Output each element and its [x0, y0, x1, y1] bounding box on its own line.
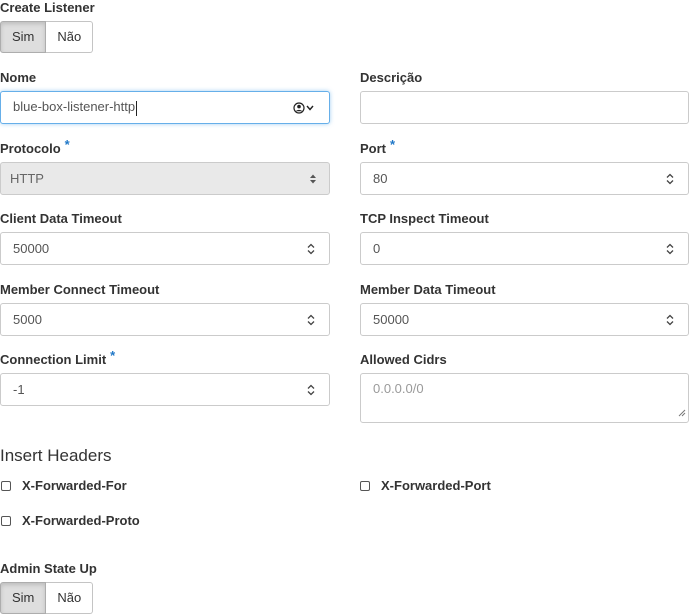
checkbox[interactable]	[360, 480, 370, 491]
number-spinner-icon[interactable]	[305, 311, 317, 329]
number-spinner-icon[interactable]	[305, 240, 317, 258]
create-listener-label: Create Listener	[0, 0, 95, 15]
x-forwarded-for-label: X-Forwarded-For	[22, 478, 127, 493]
connection-limit-value: -1	[13, 382, 25, 397]
number-spinner-icon[interactable]	[305, 381, 317, 399]
port-input[interactable]: 80	[360, 162, 689, 195]
select-arrows-icon	[309, 173, 317, 185]
x-forwarded-proto-option[interactable]: X-Forwarded-Proto	[1, 513, 140, 528]
connection-limit-input[interactable]: -1	[0, 373, 330, 406]
allowed-cidrs-label: Allowed Cidrs	[360, 352, 447, 367]
required-marker: *	[64, 137, 70, 152]
protocolo-select[interactable]: HTTP	[0, 162, 330, 195]
x-forwarded-port-label: X-Forwarded-Port	[381, 478, 491, 493]
x-forwarded-for-option[interactable]: X-Forwarded-For	[1, 478, 127, 493]
member-data-timeout-input[interactable]: 50000	[360, 303, 689, 336]
autofill-person-icon[interactable]	[293, 101, 317, 114]
create-listener-toggle: Sim Não	[0, 21, 94, 53]
admin-state-up-toggle: Sim Não	[0, 582, 94, 614]
admin-state-nao-button[interactable]: Não	[46, 582, 94, 614]
allowed-cidrs-textarea[interactable]: 0.0.0.0/0	[360, 373, 689, 423]
x-forwarded-port-option[interactable]: X-Forwarded-Port	[360, 478, 491, 493]
connection-limit-label: Connection Limit *	[0, 348, 116, 367]
member-data-timeout-label: Member Data Timeout	[360, 282, 496, 297]
tcp-inspect-timeout-input[interactable]: 0	[360, 232, 689, 265]
admin-state-sim-button[interactable]: Sim	[0, 582, 47, 614]
nome-label: Nome	[0, 70, 37, 85]
port-value: 80	[373, 171, 388, 186]
member-connect-timeout-input[interactable]: 5000	[0, 303, 330, 336]
client-data-timeout-input[interactable]: 50000	[0, 232, 330, 265]
required-marker: *	[390, 137, 396, 152]
required-marker: *	[110, 348, 116, 363]
create-listener-nao-button[interactable]: Não	[46, 21, 94, 53]
member-connect-timeout-label: Member Connect Timeout	[0, 282, 160, 297]
descricao-label: Descrição	[360, 70, 423, 85]
allowed-cidrs-placeholder: 0.0.0.0/0	[373, 381, 424, 396]
nome-value: blue-box-listener-http	[13, 99, 138, 116]
protocolo-label: Protocolo *	[0, 137, 70, 156]
text-cursor	[136, 100, 138, 116]
number-spinner-icon[interactable]	[664, 240, 676, 258]
create-listener-sim-button[interactable]: Sim	[0, 21, 47, 53]
client-data-timeout-label: Client Data Timeout	[0, 211, 122, 226]
checkbox[interactable]	[1, 515, 11, 526]
insert-headers-heading: Insert Headers	[0, 446, 112, 465]
admin-state-up-label: Admin State Up	[0, 561, 97, 576]
nome-input[interactable]: blue-box-listener-http	[0, 91, 330, 124]
number-spinner-icon[interactable]	[664, 311, 676, 329]
tcp-inspect-timeout-label: TCP Inspect Timeout	[360, 211, 489, 226]
resize-handle-icon[interactable]	[678, 405, 686, 420]
port-label: Port *	[360, 137, 396, 156]
tcp-inspect-timeout-value: 0	[373, 241, 381, 256]
x-forwarded-proto-label: X-Forwarded-Proto	[22, 513, 140, 528]
protocolo-value: HTTP	[10, 171, 44, 186]
descricao-input[interactable]	[360, 91, 689, 124]
client-data-timeout-value: 50000	[13, 241, 50, 256]
member-data-timeout-value: 50000	[373, 312, 410, 327]
number-spinner-icon[interactable]	[664, 170, 676, 188]
member-connect-timeout-value: 5000	[13, 312, 42, 327]
checkbox[interactable]	[1, 480, 11, 491]
